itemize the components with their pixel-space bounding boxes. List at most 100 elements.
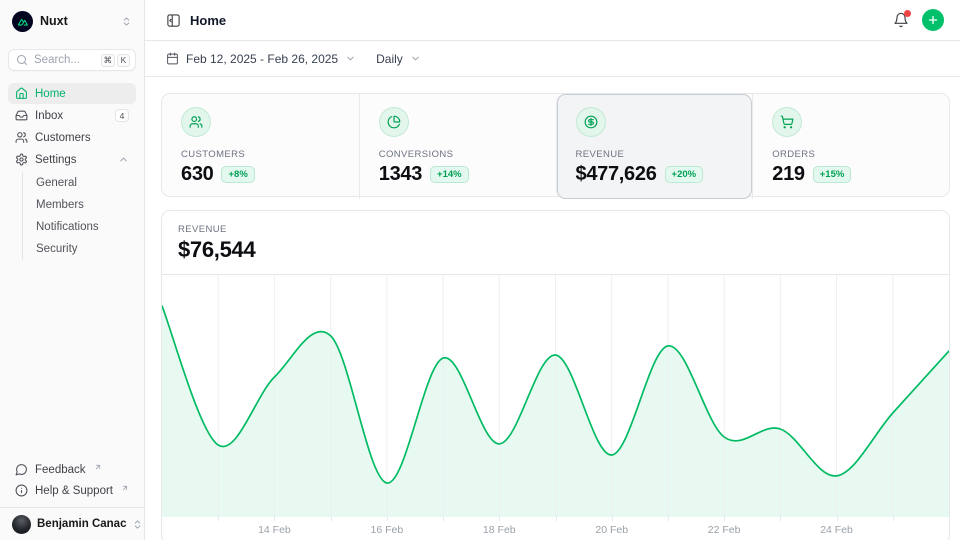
sidebar-item-label: Customers (35, 132, 91, 144)
x-axis-label: 16 Feb (370, 524, 403, 536)
notification-dot (904, 10, 911, 17)
sidebar-item-members[interactable]: Members (28, 194, 136, 216)
x-axis-tick (331, 517, 332, 521)
x-axis-label: 24 Feb (820, 524, 853, 536)
search-icon (16, 54, 28, 66)
stat-value: 219 (772, 163, 804, 186)
sub-item-label: Notifications (36, 221, 99, 233)
search-input[interactable]: Search... ⌘ K (8, 49, 136, 71)
page-title: Home (190, 13, 226, 28)
sidebar-item-general[interactable]: General (28, 172, 136, 194)
date-range-picker[interactable]: Feb 12, 2025 - Feb 26, 2025 (166, 52, 356, 66)
period-value: Daily (376, 52, 403, 66)
chat-bubble-icon (15, 463, 28, 476)
sub-item-label: Members (36, 199, 84, 211)
sidebar-item-label: Inbox (35, 110, 63, 122)
settings-submenu: General Members Notifications Security (22, 172, 136, 260)
stat-card-customers[interactable]: CUSTOMERS 630 +8% (162, 94, 359, 199)
inbox-icon (15, 109, 28, 122)
x-axis-tick (274, 517, 275, 521)
user-menu[interactable]: Benjamin Canac (0, 507, 144, 540)
page-content: CUSTOMERS 630 +8% CONVERSIONS 1343 +14% (145, 77, 960, 540)
x-axis-label: 18 Feb (483, 524, 516, 536)
notifications-button[interactable] (893, 12, 909, 28)
dollar-circle-icon (576, 107, 606, 137)
x-axis-tick (724, 517, 725, 521)
users-stat-icon (181, 107, 211, 137)
stat-delta-badge: +14% (430, 166, 469, 183)
search-placeholder: Search... (34, 54, 80, 66)
feedback-label: Feedback (35, 464, 86, 476)
sidebar-nav: Home Inbox 4 Customers Settings (0, 71, 144, 260)
stat-label: CONVERSIONS (379, 149, 537, 160)
sidebar: Nuxt Search... ⌘ K (0, 0, 145, 540)
help-support-link[interactable]: Help & Support (8, 480, 136, 501)
add-button[interactable] (922, 9, 944, 31)
chevron-down-icon (410, 53, 421, 64)
page-header: Home (145, 0, 960, 41)
sidebar-item-label: Home (35, 88, 66, 100)
x-axis-tick (499, 517, 500, 521)
sidebar-item-customers[interactable]: Customers (8, 127, 136, 148)
stat-card-conversions[interactable]: CONVERSIONS 1343 +14% (359, 94, 556, 199)
sidebar-item-home[interactable]: Home (8, 83, 136, 104)
x-axis-tick (780, 517, 781, 521)
date-range-value: Feb 12, 2025 - Feb 26, 2025 (186, 52, 338, 66)
sidebar-item-security[interactable]: Security (28, 238, 136, 260)
sidebar-item-inbox[interactable]: Inbox 4 (8, 105, 136, 126)
main-panel: Home Feb 12, 2025 - Feb 26, 2025 (145, 0, 960, 540)
workspace-name: Nuxt (40, 14, 68, 28)
info-circle-icon (15, 484, 28, 497)
revenue-area-chart[interactable] (162, 275, 949, 517)
stat-delta-badge: +15% (813, 166, 852, 183)
calendar-icon (166, 52, 179, 65)
pie-chart-icon (379, 107, 409, 137)
stat-card-orders[interactable]: ORDERS 219 +15% (752, 94, 949, 199)
stat-value: 630 (181, 163, 213, 186)
x-axis-tick (218, 517, 219, 521)
external-link-icon (121, 484, 129, 492)
avatar (12, 515, 31, 534)
filters-toolbar: Feb 12, 2025 - Feb 26, 2025 Daily (145, 41, 960, 77)
revenue-chart-card: REVENUE $76,544 14 Feb 16 Feb 18 Feb 20 Feb… (161, 210, 950, 540)
sidebar-footer: Feedback Help & Support (0, 459, 144, 507)
period-select[interactable]: Daily (376, 52, 421, 66)
chart-total-value: $76,544 (178, 237, 933, 263)
nuxt-logo-icon (12, 11, 33, 32)
sidebar-item-notifications[interactable]: Notifications (28, 216, 136, 238)
user-name: Benjamin Canac (37, 518, 126, 530)
shopping-cart-icon (772, 107, 802, 137)
x-axis-tick (556, 517, 557, 521)
workspace-switcher[interactable]: Nuxt (8, 8, 136, 34)
chevron-down-icon (345, 53, 356, 64)
chart-metric-label: REVENUE (178, 224, 933, 235)
x-axis-tick (387, 517, 388, 521)
chart-header: REVENUE $76,544 (162, 211, 949, 275)
stat-value: $477,626 (576, 163, 657, 186)
feedback-link[interactable]: Feedback (8, 459, 136, 480)
x-axis-label: 14 Feb (258, 524, 291, 536)
sidebar-item-settings[interactable]: Settings (8, 149, 136, 170)
x-axis-tick (443, 517, 444, 521)
x-axis-label: 20 Feb (595, 524, 628, 536)
x-axis-label: 22 Feb (708, 524, 741, 536)
sub-item-label: Security (36, 243, 78, 255)
sidebar-collapse-button[interactable] (166, 13, 181, 28)
stat-delta-badge: +20% (665, 166, 704, 183)
stat-delta-badge: +8% (221, 166, 254, 183)
users-icon (15, 131, 28, 144)
kbd-key: K (117, 54, 130, 67)
help-support-label: Help & Support (35, 485, 113, 497)
kbd-meta: ⌘ (101, 54, 116, 67)
gear-icon (15, 153, 28, 166)
x-axis-tick (668, 517, 669, 521)
external-link-icon (94, 463, 102, 471)
chart-canvas (162, 275, 949, 517)
home-icon (15, 87, 28, 100)
x-axis: 14 Feb 16 Feb 18 Feb 20 Feb 22 Feb 24 Feb (162, 517, 949, 540)
chevron-up-icon (118, 154, 129, 165)
stats-grid: CUSTOMERS 630 +8% CONVERSIONS 1343 +14% (161, 93, 950, 197)
sub-item-label: General (36, 177, 77, 189)
sidebar-item-label: Settings (35, 154, 77, 166)
stat-card-revenue[interactable]: REVENUE $477,626 +20% (556, 94, 753, 199)
